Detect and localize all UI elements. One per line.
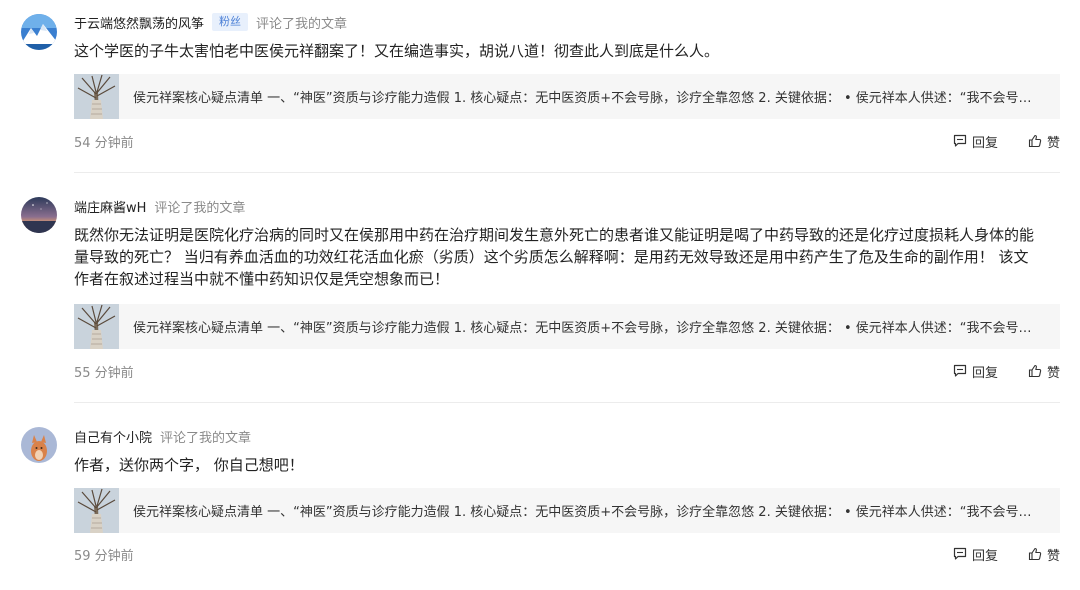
- comment-feed: 于云端悠然飘荡的风筝 粉丝 评论了我的文章 这个学医的子牛太害怕老中医侯元祥翻案…: [0, 0, 1080, 590]
- comment-divider: [74, 172, 1060, 173]
- comment-text: 既然你无法证明是医院化疗治病的同时又在侯那用中药在治疗期间发生意外死亡的患者谁又…: [74, 224, 1059, 290]
- timestamp: 54 分钟前: [74, 135, 134, 151]
- sunset-avatar-icon: [21, 197, 57, 233]
- reply-label: 回复: [971, 548, 998, 564]
- thumbs-up-icon: [1028, 364, 1042, 378]
- fox-avatar-icon: [21, 427, 57, 463]
- user-avatar[interactable]: [21, 14, 57, 50]
- user-avatar[interactable]: [21, 197, 57, 233]
- article-summary: 侯元祥案核心疑点清单 一、“神医”资质与诊疗能力造假 1. 核心疑点：无中医资质…: [133, 91, 1032, 106]
- article-thumbnail: [74, 74, 119, 119]
- user-avatar[interactable]: [21, 427, 57, 463]
- reply-button[interactable]: 回复: [953, 132, 998, 151]
- like-label: 赞: [1046, 548, 1060, 564]
- username[interactable]: 于云端悠然飘荡的风筝: [74, 13, 204, 32]
- comment-item: 自己有个小院 评论了我的文章 作者，送你两个字， 你自己想吧！ 侯元祥案核心疑点…: [0, 414, 1080, 590]
- reply-icon: [953, 547, 967, 560]
- article-thumbnail: [74, 304, 119, 349]
- reply-button[interactable]: 回复: [953, 545, 998, 564]
- thumbs-up-icon: [1028, 547, 1042, 561]
- like-button[interactable]: 赞: [1028, 545, 1060, 564]
- comment-item: 于云端悠然飘荡的风筝 粉丝 评论了我的文章 这个学医的子牛太害怕老中医侯元祥翻案…: [0, 0, 1080, 176]
- action-text: 评论了我的文章: [160, 430, 252, 446]
- comment-item: 端庄麻酱wH 评论了我的文章 既然你无法证明是医院化疗治病的同时又在侯那用中药在…: [0, 184, 1080, 404]
- username[interactable]: 自己有个小院: [74, 427, 152, 446]
- reply-icon: [953, 364, 967, 377]
- comment-divider: [74, 402, 1060, 403]
- action-text: 评论了我的文章: [154, 200, 246, 216]
- thumbs-up-icon: [1028, 134, 1042, 148]
- comment-text-line: 既然你无法证明是医院化疗治病的同时又在侯那用中药在治疗期间发生意外死亡的患者谁又…: [74, 226, 1035, 244]
- reply-label: 回复: [971, 135, 998, 151]
- like-button[interactable]: 赞: [1028, 362, 1060, 381]
- reply-icon: [953, 134, 967, 147]
- comment-text-line: 量导致的死亡？ 当归有养血活血的功效红花活血化瘀（劣质）这个劣质怎么解释啊：是用…: [74, 248, 1029, 266]
- article-card[interactable]: 侯元祥案核心疑点清单 一、“神医”资质与诊疗能力造假 1. 核心疑点：无中医资质…: [74, 304, 1060, 349]
- action-text: 评论了我的文章: [256, 16, 348, 32]
- mountain-avatar-icon: [21, 14, 57, 50]
- article-card[interactable]: 侯元祥案核心疑点清单 一、“神医”资质与诊疗能力造假 1. 核心疑点：无中医资质…: [74, 74, 1060, 119]
- timestamp: 59 分钟前: [74, 548, 134, 564]
- comment-text: 这个学医的子牛太害怕老中医侯元祥翻案了！又在编造事实，胡说八道！彻查此人到底是什…: [74, 42, 720, 60]
- article-summary: 侯元祥案核心疑点清单 一、“神医”资质与诊疗能力造假 1. 核心疑点：无中医资质…: [133, 505, 1032, 520]
- article-summary: 侯元祥案核心疑点清单 一、“神医”资质与诊疗能力造假 1. 核心疑点：无中医资质…: [133, 321, 1032, 336]
- username[interactable]: 端庄麻酱wH: [74, 197, 146, 216]
- like-label: 赞: [1046, 135, 1060, 151]
- timestamp: 55 分钟前: [74, 365, 134, 381]
- fan-badge: 粉丝: [212, 13, 249, 31]
- reply-button[interactable]: 回复: [953, 362, 998, 381]
- article-thumbnail: [74, 488, 119, 533]
- comment-text-line: 作者在叙述过程当中就不懂中药知识仅是凭空想象而已！: [74, 270, 450, 288]
- reply-label: 回复: [971, 365, 998, 381]
- like-label: 赞: [1046, 365, 1060, 381]
- like-button[interactable]: 赞: [1028, 132, 1060, 151]
- comment-text: 作者，送你两个字， 你自己想吧！: [74, 456, 304, 474]
- article-card[interactable]: 侯元祥案核心疑点清单 一、“神医”资质与诊疗能力造假 1. 核心疑点：无中医资质…: [74, 488, 1060, 533]
